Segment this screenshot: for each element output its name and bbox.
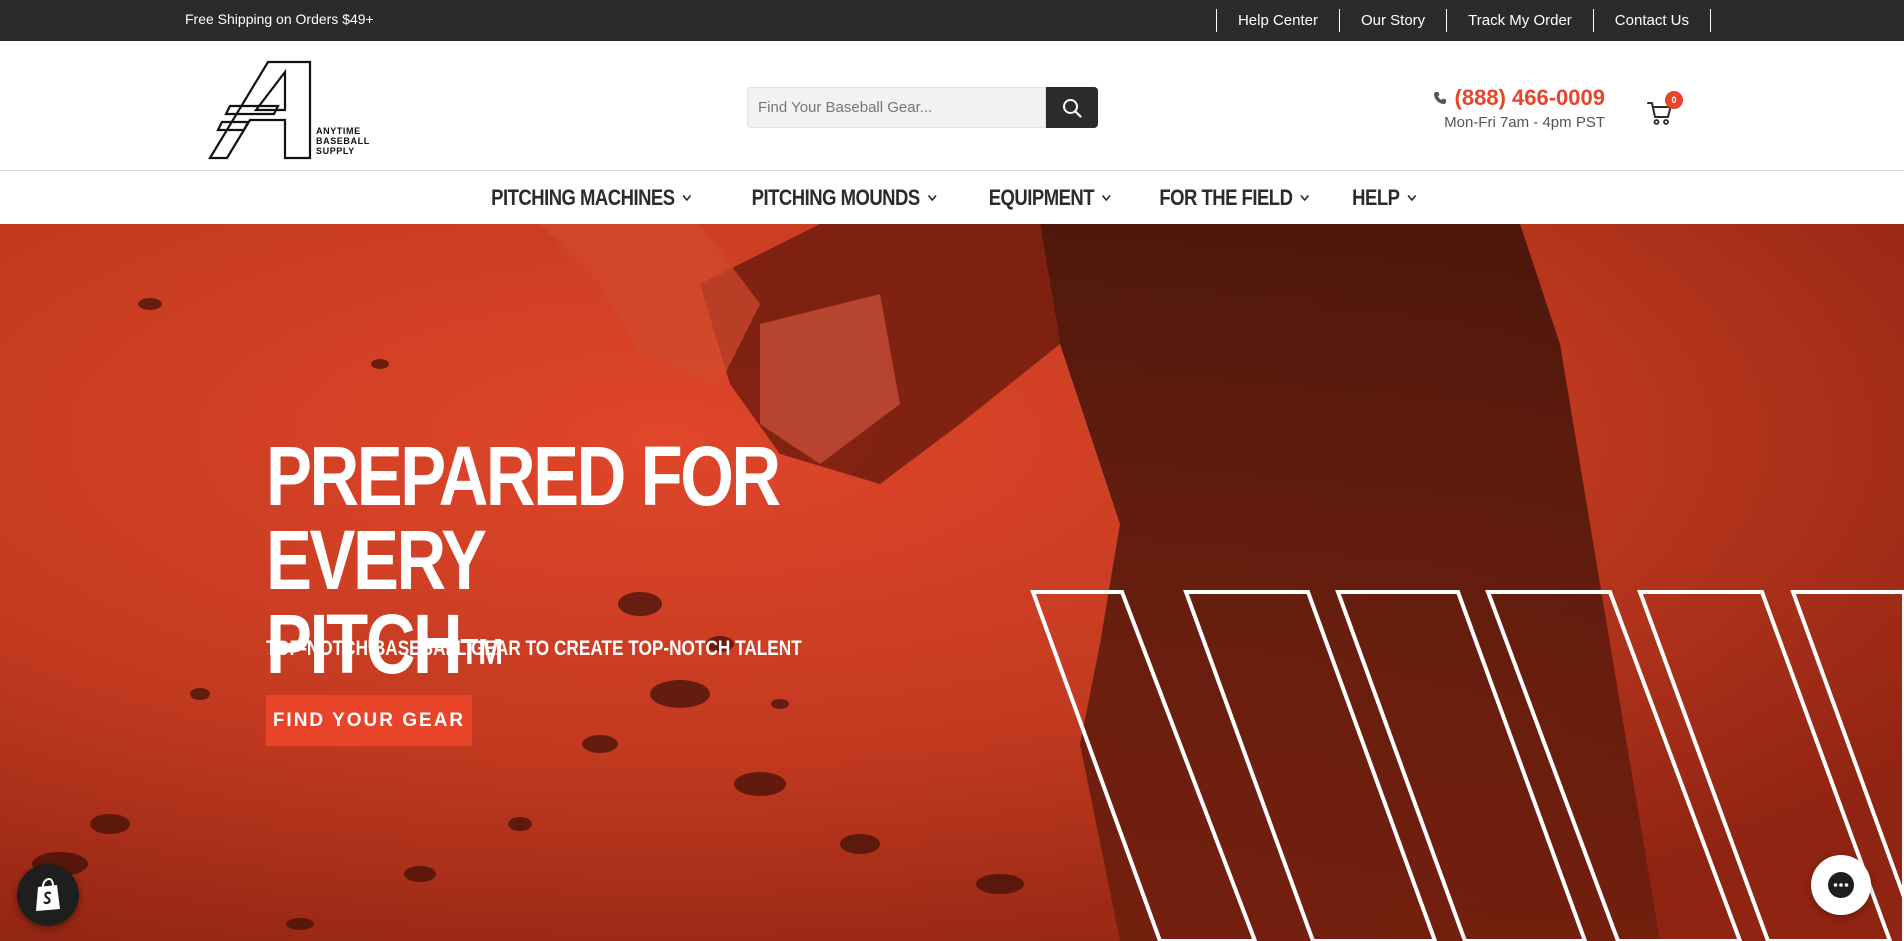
- logo-mark-icon: [208, 60, 312, 160]
- nav-pitching-mounds[interactable]: PITCHING MOUNDS: [751, 185, 937, 211]
- hero-subheadline: TOP-NOTCH BASEBALL GEAR TO CREATE TOP-NO…: [266, 637, 802, 660]
- contact-block: (888) 466-0009 Mon-Fri 7am - 4pm PST: [1433, 85, 1605, 131]
- chat-button[interactable]: [1811, 855, 1871, 915]
- nav-equipment[interactable]: EQUIPMENT: [988, 185, 1111, 211]
- announcement-bar: Free Shipping on Orders $49+ Help Center…: [0, 0, 1904, 41]
- track-order-link[interactable]: Track My Order: [1447, 12, 1593, 29]
- nav-help[interactable]: HELP: [1353, 185, 1418, 211]
- hero-headline-line1: PREPARED FOR EVERY: [266, 429, 781, 607]
- nav-label: EQUIPMENT: [988, 185, 1094, 210]
- chevron-down-icon: [683, 194, 692, 202]
- site-header: AnytimeBaseballSupply (888) 466-0009 Mon…: [0, 41, 1904, 171]
- phone-icon: [1433, 92, 1446, 104]
- contact-us-link[interactable]: Contact Us: [1594, 12, 1710, 29]
- nav-for-the-field[interactable]: FOR THE FIELD: [1159, 185, 1310, 211]
- phone-number-link[interactable]: (888) 466-0009: [1455, 85, 1605, 111]
- nav-label: HELP: [1352, 185, 1401, 210]
- hero-banner: PREPARED FOR EVERY PITCHTM TOP-NOTCH BAS…: [0, 224, 1904, 941]
- find-your-gear-button[interactable]: FIND YOUR GEAR: [266, 695, 472, 746]
- chevron-down-icon: [1300, 194, 1310, 202]
- help-center-link[interactable]: Help Center: [1217, 12, 1339, 29]
- main-nav: PITCHING MACHINES PITCHING MOUNDS EQUIPM…: [0, 172, 1904, 224]
- cart-button[interactable]: 0: [1647, 91, 1687, 128]
- search-button[interactable]: [1046, 87, 1098, 128]
- our-story-link[interactable]: Our Story: [1340, 12, 1446, 29]
- site-logo[interactable]: Anytime Baseball Supply: [208, 60, 373, 164]
- search-input[interactable]: [747, 87, 1046, 128]
- chevron-down-icon: [1408, 194, 1417, 202]
- phone-row: (888) 466-0009: [1433, 85, 1605, 111]
- logo-wordmark: Anytime Baseball Supply: [316, 126, 370, 156]
- cart-count-badge: 0: [1665, 91, 1683, 109]
- shopify-bag-icon: [36, 878, 60, 911]
- utility-links: Help Center Our Story Track My Order Con…: [1215, 0, 1711, 41]
- chevron-down-icon: [1101, 194, 1111, 202]
- chat-bubble-icon: [1828, 872, 1854, 898]
- nav-label: PITCHING MACHINES: [491, 185, 675, 210]
- search-form: [747, 87, 1098, 128]
- chevron-down-icon: [927, 194, 937, 202]
- divider: [1710, 9, 1711, 32]
- nav-pitching-machines[interactable]: PITCHING MACHINES: [491, 185, 692, 211]
- business-hours: Mon-Fri 7am - 4pm PST: [1444, 114, 1605, 131]
- nav-label: PITCHING MOUNDS: [751, 185, 920, 210]
- free-shipping-text: Free Shipping on Orders $49+: [185, 11, 374, 27]
- shopify-badge[interactable]: [17, 864, 79, 926]
- search-icon: [1063, 98, 1082, 118]
- nav-label: FOR THE FIELD: [1159, 185, 1293, 210]
